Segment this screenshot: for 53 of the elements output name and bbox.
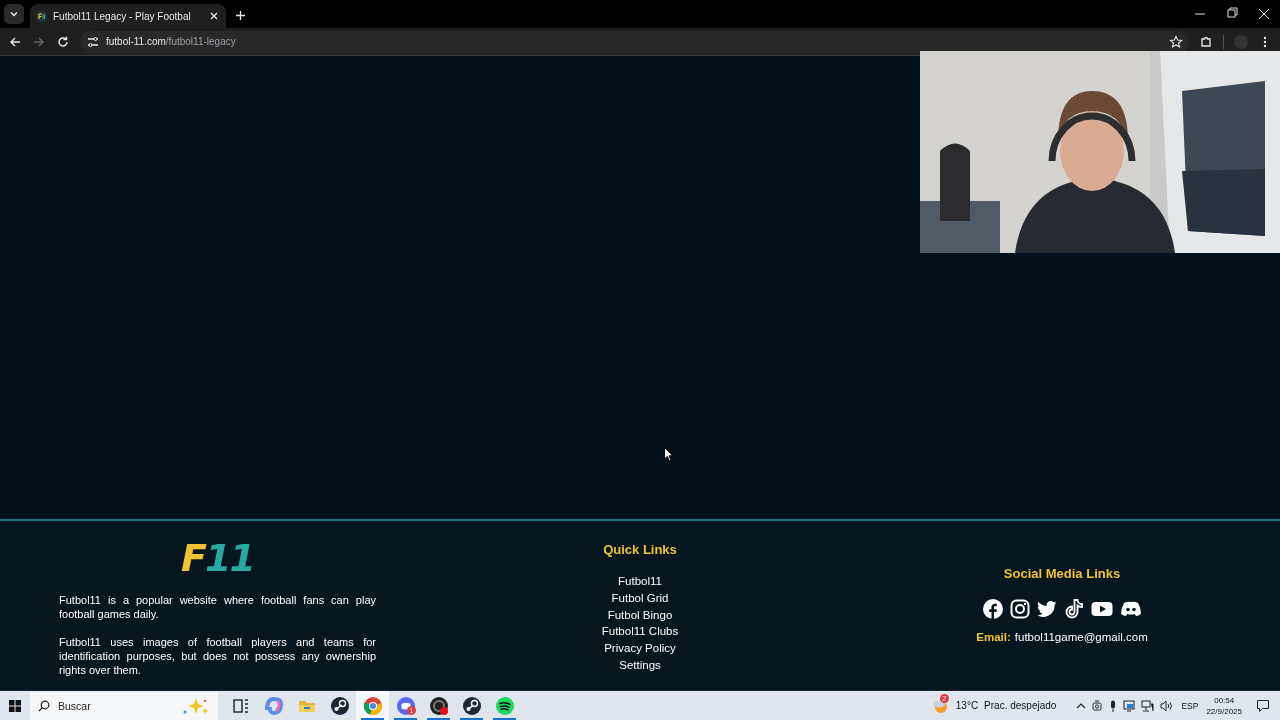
screen-icon[interactable] (1123, 699, 1136, 712)
clock[interactable]: 00:54 22/9/2025 (1206, 694, 1242, 717)
network-icon[interactable] (1141, 699, 1155, 712)
bird-icon[interactable] (1036, 599, 1057, 619)
facebook-icon[interactable] (982, 599, 1003, 619)
footer-link[interactable]: Futbol11 Clubs (601, 623, 679, 641)
gamepad-icon[interactable] (1119, 599, 1142, 619)
section-heading: Social Media Links (1003, 566, 1121, 581)
site-logo[interactable]: F11 (181, 539, 254, 577)
close-icon[interactable] (208, 10, 220, 22)
microphone-icon[interactable] (1109, 699, 1118, 712)
piston-icon (329, 695, 350, 716)
site-settings-icon[interactable] (86, 34, 100, 49)
temperature-text: 13°C (955, 700, 979, 711)
section-heading: Quick Links (603, 542, 677, 557)
tab-search-button[interactable] (4, 4, 24, 24)
footer-link[interactable]: Privacy Policy (604, 640, 676, 657)
cursor-icon (664, 447, 674, 462)
camera-icon[interactable] (1092, 699, 1104, 712)
notifications-icon[interactable] (1256, 698, 1270, 713)
search-icon (38, 699, 50, 712)
tab-title: Futbol11 Legacy - Play Footbal (53, 10, 192, 22)
url-text: futbol-11.com/futbol11-legacy (106, 36, 236, 47)
windows-start-icon[interactable] (9, 699, 21, 712)
about-paragraph: Futbol11 is a popular website where football fans can play football games daily. (59, 593, 376, 621)
email-link[interactable]: futbol11game@gmail.com (1014, 629, 1148, 646)
reload-icon[interactable] (56, 34, 70, 49)
address-bar[interactable]: futbol-11.com/futbol11-legacy (80, 30, 1189, 53)
weather-condition: Prac. despejado (984, 700, 1057, 711)
bookmark-star-icon[interactable] (1169, 34, 1183, 49)
extensions-icon[interactable] (1199, 34, 1213, 49)
footer-link[interactable]: Futbol Bingo (607, 606, 673, 624)
footer-link[interactable]: Settings (619, 657, 661, 674)
browser-tab[interactable]: Futbol11 Legacy - Play Footbal (30, 4, 226, 28)
language-indicator[interactable]: ESP (1181, 700, 1199, 711)
play-icon[interactable] (1090, 599, 1113, 619)
piston-icon (461, 695, 482, 716)
swirl-icon (263, 695, 284, 716)
search-field[interactable]: Buscar (30, 691, 218, 720)
footer-link[interactable]: Futbol11 (618, 573, 662, 590)
chevron-down-icon (9, 9, 19, 19)
new-tab-icon[interactable] (235, 10, 246, 21)
footer-link[interactable]: Futbol Grid (611, 589, 669, 607)
about-paragraph: Futbol11 uses images of football players and teams for identification purposes, but does not possess any ownership rights over them. (59, 635, 376, 677)
music-icon (494, 695, 515, 716)
search-placeholder: Buscar (58, 699, 92, 712)
music-note-icon[interactable] (1063, 599, 1084, 619)
email-label: Email: (976, 631, 1011, 643)
browser-icon (362, 695, 383, 716)
instagram-icon[interactable] (1009, 599, 1030, 619)
site-icon (36, 10, 47, 22)
speaker-icon[interactable] (1160, 699, 1174, 712)
record-icon (428, 695, 449, 716)
